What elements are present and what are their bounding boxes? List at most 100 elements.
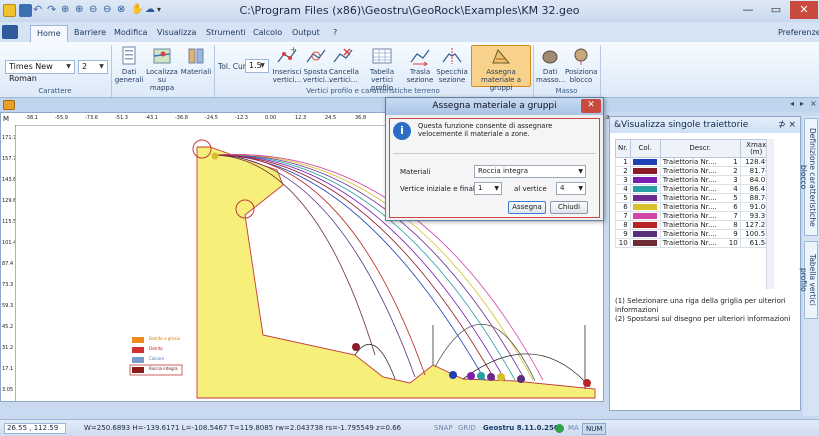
vertice-finale-select[interactable]: 4 ▼ xyxy=(556,182,586,195)
row-nr: 3 xyxy=(615,175,631,185)
table-row[interactable]: 10 Traiettoria Nr.... 10 61.58 xyxy=(615,238,773,248)
insert-vertex-icon: + xyxy=(277,46,297,63)
tab-strumenti[interactable]: Strumenti xyxy=(200,25,252,42)
row-descr-number: 2 xyxy=(733,167,738,175)
group-label-vertici: Vertici profilo e caratteristiche terren… xyxy=(306,87,440,95)
panel-pin-close[interactable]: ⊅ × xyxy=(778,120,796,130)
chiudi-button[interactable]: Chiudi xyxy=(550,201,588,214)
chevron-down-icon: ▼ xyxy=(578,168,583,175)
document-tab[interactable] xyxy=(3,100,15,110)
trajectory-panel: &Visualizza singole traiettorie ⊅ × Nr. … xyxy=(609,116,801,411)
assegna-button[interactable]: Assegna xyxy=(508,201,546,214)
row-color xyxy=(629,202,661,212)
snap-toggle[interactable]: SNAP xyxy=(434,424,453,432)
note-1: (1) Selezionare una riga della griglia p… xyxy=(615,297,786,314)
tab-definizione-blocco[interactable]: Definizione caratteristiche blocco xyxy=(799,118,818,236)
status-bar: 26.55 , 112.59 W=250.6893 H=-139.6171 L=… xyxy=(0,419,819,436)
table-row[interactable]: 9 Traiettoria Nr.... 9 100.57 xyxy=(615,229,773,239)
row-descr: Traiettoria Nr.... 9 xyxy=(659,229,741,239)
move-vertex-icon xyxy=(306,49,325,63)
materiali-select[interactable]: Roccia integra ▼ xyxy=(474,165,586,178)
header-nr[interactable]: Nr. xyxy=(615,139,631,158)
vertice-finale-value: 4 xyxy=(560,184,565,192)
table-row[interactable]: 3 Traiettoria Nr.... 3 84.07 xyxy=(615,175,773,185)
legend-roccia-integra: Roccia integra xyxy=(149,366,178,371)
x-ruler-tick: -24.5 xyxy=(205,115,218,121)
header-descr[interactable]: Descr. xyxy=(659,139,741,158)
y-ruler-tick: 45.2 xyxy=(2,324,14,330)
materiali-button[interactable]: Materiali xyxy=(180,46,212,86)
row-descr-text: Traiettoria Nr.... xyxy=(662,221,717,229)
tab-tabella-vertici[interactable]: Tabella vertici profilo xyxy=(799,241,818,319)
dialog-title: Assegna materiale a gruppi xyxy=(386,98,603,115)
table-row[interactable]: 5 Traiettoria Nr.... 5 88.74 xyxy=(615,193,773,203)
map-icon xyxy=(153,48,171,64)
tab-barriere[interactable]: Barriere xyxy=(68,25,112,42)
y-ruler-tick: 3.05 xyxy=(2,387,14,393)
row-descr: Traiettoria Nr.... 2 xyxy=(659,166,741,176)
unit-label: M xyxy=(3,115,10,123)
app-menu-button[interactable] xyxy=(2,25,18,39)
x-ruler-tick: 0.00 xyxy=(265,115,277,121)
color-swatch xyxy=(633,240,658,246)
x-ruler-tick: 24.5 xyxy=(325,115,337,121)
y-ruler-tick: 31.2 xyxy=(2,345,14,351)
posiziona-label: Posiziona blocco xyxy=(565,68,598,84)
row-nr: 8 xyxy=(615,220,631,230)
tab-visualizza[interactable]: Visualizza xyxy=(151,25,202,42)
dialog-close-button[interactable]: ✕ xyxy=(581,99,601,113)
assegna-materiale-button[interactable]: Assegna materiale a gruppi xyxy=(471,45,531,92)
table-row[interactable]: 4 Traiettoria Nr.... 4 86.41 xyxy=(615,184,773,194)
row-color xyxy=(629,193,661,203)
materiali-select-value: Roccia integra xyxy=(478,167,529,175)
grid-toggle[interactable]: GRID xyxy=(458,424,476,432)
x-ruler-tick: -73.6 xyxy=(85,115,98,121)
cancella-label: Cancella vertici... xyxy=(329,68,359,84)
tab-calcolo[interactable]: Calcolo xyxy=(247,25,288,42)
font-size-combo[interactable]: 2 ▼ xyxy=(78,60,108,74)
tab-output[interactable]: Output xyxy=(286,25,326,42)
vertice-iniziale-select[interactable]: 1 ▼ xyxy=(474,182,502,195)
dati-masso-button[interactable]: Dati masso... xyxy=(536,46,565,86)
x-ruler-tick: -38.1 xyxy=(25,115,38,121)
y-ruler: 171.7 157.7 143.6 129.6 115.5 101.4 87.4 73.3 59… xyxy=(2,127,16,397)
scroll-right-icon[interactable]: ▸ xyxy=(800,99,804,108)
coords-readout: 26.55 , 112.59 xyxy=(4,423,66,434)
table-row[interactable]: 8 Traiettoria Nr.... 8 127.22 xyxy=(615,220,773,230)
preferences-link[interactable]: Preferenze xyxy=(776,25,819,42)
specchia-sezione-button[interactable]: Specchia sezione xyxy=(436,46,468,86)
tol-cur-combo[interactable]: 1.5 ▼ xyxy=(245,59,269,73)
cancella-vertici-button[interactable]: Cancella vertici... xyxy=(329,46,359,86)
trasla-sezione-button[interactable]: Trasla sezione xyxy=(406,46,434,86)
x-ruler-tick: -51.3 xyxy=(115,115,128,121)
inserisci-vertici-button[interactable]: + Inserisci vertici... xyxy=(272,46,302,86)
group-label-carattere: Carattere xyxy=(38,87,72,95)
tabella-vertici-button[interactable]: Tabella vertici profilo xyxy=(360,46,404,92)
row-descr-text: Traiettoria Nr.... xyxy=(662,203,717,211)
scroll-left-icon[interactable]: ◂ xyxy=(790,99,794,108)
localizza-button[interactable]: Localizza su mappa xyxy=(146,46,178,92)
row-descr-number: 4 xyxy=(733,185,738,193)
table-row[interactable]: 2 Traiettoria Nr.... 2 81.74 xyxy=(615,166,773,176)
posiziona-blocco-button[interactable]: Posiziona blocco xyxy=(565,46,597,86)
table-header-row: Nr. Col. Descr. Xmax (m) xyxy=(615,139,773,158)
font-name-combo[interactable]: Times New Roman ▼ xyxy=(5,60,75,83)
close-doc-icon[interactable]: × xyxy=(810,99,817,108)
close-button[interactable]: ✕ xyxy=(790,1,818,19)
table-row[interactable]: 6 Traiettoria Nr.... 6 91.06 xyxy=(615,202,773,212)
table-scrollbar[interactable] xyxy=(766,139,774,289)
ribbon-tabs: Home Barriere Modifica Visualizza Strume… xyxy=(0,22,819,42)
x-ruler-tick: -36.8 xyxy=(175,115,188,121)
table-row[interactable]: 1 Traiettoria Nr.... 1 128.49 xyxy=(615,157,773,167)
sposta-vertici-button[interactable]: Sposta vertici... xyxy=(303,46,332,86)
header-col[interactable]: Col. xyxy=(629,139,661,158)
tab-help[interactable]: ? xyxy=(327,25,343,42)
minimize-button[interactable]: — xyxy=(734,1,762,19)
row-color xyxy=(629,175,661,185)
tab-home[interactable]: Home xyxy=(30,25,68,42)
maximize-button[interactable]: ▭ xyxy=(762,1,790,19)
table-row[interactable]: 7 Traiettoria Nr.... 7 93.39 xyxy=(615,211,773,221)
row-color xyxy=(629,220,661,230)
dati-generali-button[interactable]: Dati generali xyxy=(114,46,144,86)
tab-modifica[interactable]: Modifica xyxy=(108,25,153,42)
